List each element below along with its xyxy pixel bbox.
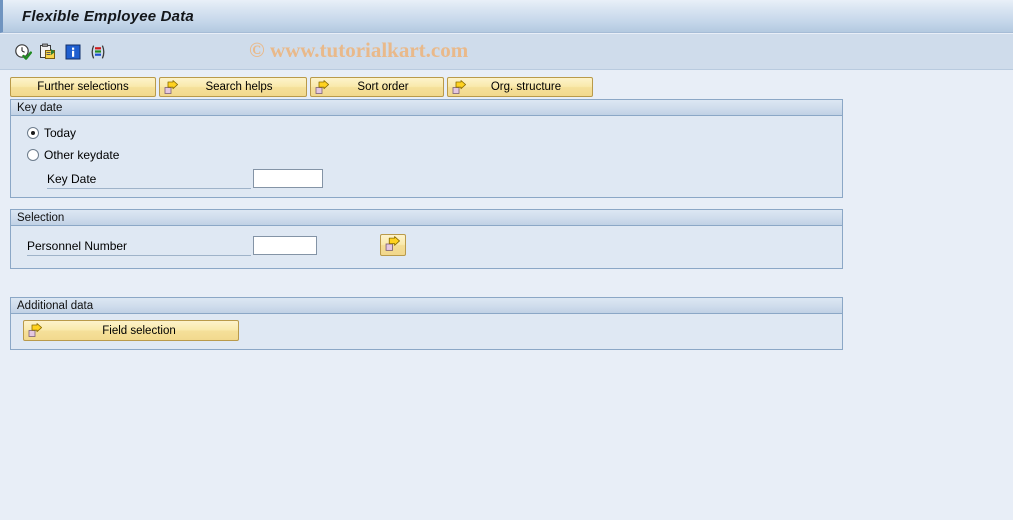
radio-other-keydate[interactable]: Other keydate	[27, 149, 119, 161]
sort-order-button[interactable]: Sort order	[310, 77, 444, 97]
arrow-right-icon	[164, 80, 179, 95]
sort-order-label: Sort order	[357, 81, 409, 93]
selection-panel: Selection Personnel Number	[10, 209, 843, 269]
arrow-right-icon	[28, 323, 43, 338]
key-date-input[interactable]	[253, 169, 323, 188]
window-title-bar: Flexible Employee Data	[0, 0, 1013, 33]
page-title: Flexible Employee Data	[22, 7, 194, 25]
personnel-number-label-underline	[27, 255, 251, 256]
radio-today-label: Today	[44, 126, 77, 140]
toolbar-icon-group	[14, 43, 107, 61]
execute-clock-icon[interactable]	[14, 43, 32, 61]
further-selections-button[interactable]: Further selections	[10, 77, 156, 97]
additional-data-panel-body: Field selection	[11, 314, 842, 349]
arrow-right-icon	[385, 235, 401, 255]
additional-data-panel: Additional data Field selection	[10, 297, 843, 350]
personnel-number-multiple-selection-button[interactable]	[380, 234, 406, 256]
search-helps-label: Search helps	[205, 81, 273, 93]
radio-other-keydate-indicator[interactable]	[27, 149, 39, 161]
personnel-number-label: Personnel Number	[27, 239, 128, 253]
additional-data-panel-title: Additional data	[17, 299, 94, 312]
application-toolbar	[0, 34, 1013, 70]
arrow-right-icon	[315, 80, 330, 95]
org-structure-button[interactable]: Org. structure	[447, 77, 593, 97]
stripes-selection-icon[interactable]	[89, 43, 107, 61]
selection-panel-header: Selection	[11, 210, 842, 226]
radio-today[interactable]: Today	[27, 127, 76, 139]
key-date-panel-body: Today Other keydate Key Date	[11, 116, 842, 197]
field-selection-label: Field selection	[102, 324, 176, 337]
info-icon[interactable]	[64, 43, 82, 61]
selection-screen-content: Further selections Search helps Sort ord…	[0, 71, 1013, 520]
key-date-label-underline	[47, 188, 251, 189]
radio-other-keydate-label: Other keydate	[44, 148, 120, 162]
selection-panel-body: Personnel Number	[11, 226, 842, 268]
radio-today-indicator[interactable]	[27, 127, 39, 139]
key-date-panel-title: Key date	[17, 101, 63, 114]
key-date-panel: Key date Today Other keydate Key Date	[10, 99, 843, 198]
org-structure-label: Org. structure	[490, 81, 562, 93]
key-date-panel-header: Key date	[11, 100, 842, 116]
key-date-field-label: Key Date	[47, 172, 97, 186]
field-selection-button[interactable]: Field selection	[23, 320, 239, 341]
selection-panel-title: Selection	[17, 211, 65, 224]
selection-buttons-row: Further selections Search helps Sort ord…	[10, 77, 593, 97]
arrow-right-icon	[452, 80, 467, 95]
further-selections-label: Further selections	[37, 81, 129, 93]
personnel-number-input[interactable]	[253, 236, 317, 255]
additional-data-panel-header: Additional data	[11, 298, 842, 314]
copy-variant-icon[interactable]	[39, 43, 57, 61]
search-helps-button[interactable]: Search helps	[159, 77, 307, 97]
